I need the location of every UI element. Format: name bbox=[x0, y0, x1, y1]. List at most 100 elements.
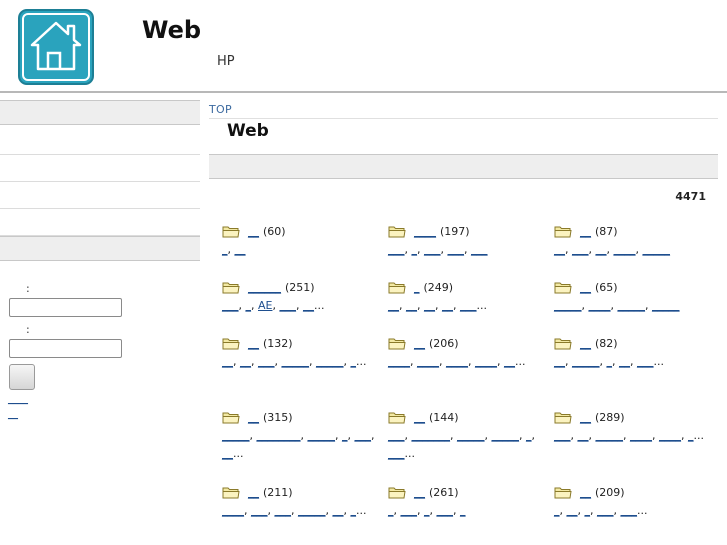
subcategory-link[interactable]: ___ bbox=[222, 299, 239, 312]
category-header: ____ (197) bbox=[388, 222, 548, 240]
category-cell: __ (60) _, __ bbox=[222, 222, 382, 259]
subcategory-link[interactable]: ___ bbox=[597, 504, 614, 517]
subcategory-link[interactable]: _____ bbox=[492, 429, 520, 442]
subcategory-link[interactable]: ___ bbox=[554, 429, 571, 442]
subcategory-link[interactable]: ___ bbox=[448, 243, 465, 256]
sidebar-item[interactable] bbox=[0, 209, 200, 236]
subcategory-link[interactable]: __ bbox=[442, 299, 453, 312]
sidebar-item[interactable] bbox=[0, 182, 200, 209]
main-content: TOP Web 4471 bbox=[209, 100, 718, 211]
category-link[interactable]: ____ bbox=[414, 225, 436, 238]
subcategory-link[interactable]: __ bbox=[240, 355, 251, 368]
category-link[interactable]: __ bbox=[414, 486, 425, 499]
subcategory-link[interactable]: _____ bbox=[222, 429, 250, 442]
subcategory-link[interactable]: _____ bbox=[316, 355, 344, 368]
subcategory-link[interactable]: __ bbox=[619, 355, 630, 368]
subcategory-link[interactable]: ___ bbox=[388, 429, 405, 442]
register-link[interactable]: ____ bbox=[8, 394, 28, 405]
category-cell: _ (249) __, __, __, __, ___... bbox=[388, 278, 548, 315]
subcategory-link[interactable]: ___ bbox=[388, 447, 405, 460]
subcategory-link[interactable]: __ bbox=[222, 447, 233, 460]
category-link[interactable]: __ bbox=[248, 225, 259, 238]
subcategory-link[interactable]: ___ bbox=[275, 504, 292, 517]
subcategory-link[interactable]: _____ bbox=[652, 299, 680, 312]
subcategory-link[interactable]: __ bbox=[596, 243, 607, 256]
category-link[interactable]: __ bbox=[248, 411, 259, 424]
category-link[interactable]: __ bbox=[414, 337, 425, 350]
category-link[interactable]: __ bbox=[580, 225, 591, 238]
subcategory-link[interactable]: _____ bbox=[298, 504, 326, 517]
subcategory-link[interactable]: ____ bbox=[222, 504, 244, 517]
subcategory-separator: , bbox=[399, 299, 406, 312]
sidebar-item[interactable] bbox=[0, 125, 200, 155]
subcategory-link[interactable]: ___ bbox=[279, 299, 296, 312]
subcategory-link[interactable]: _____ bbox=[643, 243, 671, 256]
subcategory-link[interactable]: ___ bbox=[572, 243, 589, 256]
subcategory-link[interactable]: _____ bbox=[618, 299, 646, 312]
category-link[interactable]: __ bbox=[414, 411, 425, 424]
subcategory-link[interactable]: ________ bbox=[257, 429, 301, 442]
subcategory-link[interactable]: ___ bbox=[251, 504, 268, 517]
subcategory-link[interactable]: ____ bbox=[659, 429, 681, 442]
subcategory-link[interactable]: ___ bbox=[388, 243, 405, 256]
subcategory-separator: , bbox=[635, 243, 643, 256]
subcategory-link[interactable]: __ bbox=[303, 299, 314, 312]
subcategory-link[interactable]: ____ bbox=[388, 355, 410, 368]
subcategory-link[interactable]: ____ bbox=[475, 355, 497, 368]
subcategory-link[interactable]: _____ bbox=[554, 299, 582, 312]
subcategory-link[interactable]: ___ bbox=[437, 504, 454, 517]
subcategory-link[interactable]: __ bbox=[388, 299, 399, 312]
subcategory-link[interactable]: __ bbox=[333, 504, 344, 517]
subcategory-link[interactable]: ___ bbox=[355, 429, 372, 442]
subcategory-link[interactable]: _____ bbox=[308, 429, 336, 442]
breadcrumb[interactable]: TOP bbox=[209, 100, 718, 118]
subcategory-link[interactable]: ___ bbox=[471, 243, 488, 256]
subcategory-link[interactable]: __ bbox=[235, 243, 246, 256]
subcategory-link[interactable]: __ bbox=[554, 355, 565, 368]
subcategory-link[interactable]: ____ bbox=[446, 355, 468, 368]
subcategory-link[interactable]: __ bbox=[578, 429, 589, 442]
subcategory-link[interactable]: _ bbox=[460, 504, 466, 517]
subcategory-link[interactable]: _____ bbox=[596, 429, 624, 442]
category-link[interactable]: __ bbox=[580, 411, 591, 424]
category-link[interactable]: _ bbox=[414, 281, 420, 294]
folder-icon bbox=[222, 338, 240, 349]
subcategory-link[interactable]: _____ bbox=[572, 355, 600, 368]
login-id-input[interactable] bbox=[9, 298, 122, 317]
subcategory-link[interactable]: __ bbox=[222, 355, 233, 368]
subcategory-link[interactable]: AE bbox=[258, 299, 272, 312]
subcategory-link[interactable]: _____ bbox=[457, 429, 485, 442]
subcategory-link[interactable]: ___ bbox=[621, 504, 638, 517]
subcategory-link[interactable]: _____ bbox=[282, 355, 310, 368]
subcategory-separator: , bbox=[606, 243, 614, 256]
sidebar bbox=[0, 100, 200, 261]
category-link[interactable]: __ bbox=[580, 281, 591, 294]
subcategory-link[interactable]: ____ bbox=[614, 243, 636, 256]
forgot-link[interactable]: __ bbox=[8, 409, 18, 420]
login-password-input[interactable] bbox=[9, 339, 122, 358]
subcategory-link[interactable]: __ bbox=[554, 243, 565, 256]
category-link[interactable]: ______ bbox=[248, 281, 281, 294]
login-button[interactable] bbox=[9, 364, 35, 390]
subcategory-link[interactable]: ____ bbox=[417, 355, 439, 368]
subcategory-link[interactable]: ___ bbox=[401, 504, 418, 517]
subcategory-link[interactable]: ____ bbox=[630, 429, 652, 442]
subcategory-link[interactable]: ___ bbox=[424, 243, 441, 256]
subcategory-separator: , bbox=[610, 299, 618, 312]
sidebar-item[interactable] bbox=[0, 155, 200, 182]
category-link[interactable]: __ bbox=[248, 486, 259, 499]
subcategory-link[interactable]: ___ bbox=[460, 299, 477, 312]
subcategory-link[interactable]: __ bbox=[406, 299, 417, 312]
subcategory-link[interactable]: ___ bbox=[258, 355, 275, 368]
category-link[interactable]: __ bbox=[248, 337, 259, 350]
subcategory-link[interactable]: ____ bbox=[589, 299, 611, 312]
subcategory-link[interactable]: _______ bbox=[412, 429, 451, 442]
subcategory-link[interactable]: __ bbox=[504, 355, 515, 368]
category-link[interactable]: __ bbox=[580, 486, 591, 499]
category-count: (315) bbox=[263, 410, 293, 424]
subcategory-link[interactable]: __ bbox=[424, 299, 435, 312]
subcategory-link[interactable]: __ bbox=[567, 504, 578, 517]
house-icon[interactable] bbox=[18, 9, 94, 85]
category-link[interactable]: __ bbox=[580, 337, 591, 350]
subcategory-link[interactable]: ___ bbox=[637, 355, 654, 368]
